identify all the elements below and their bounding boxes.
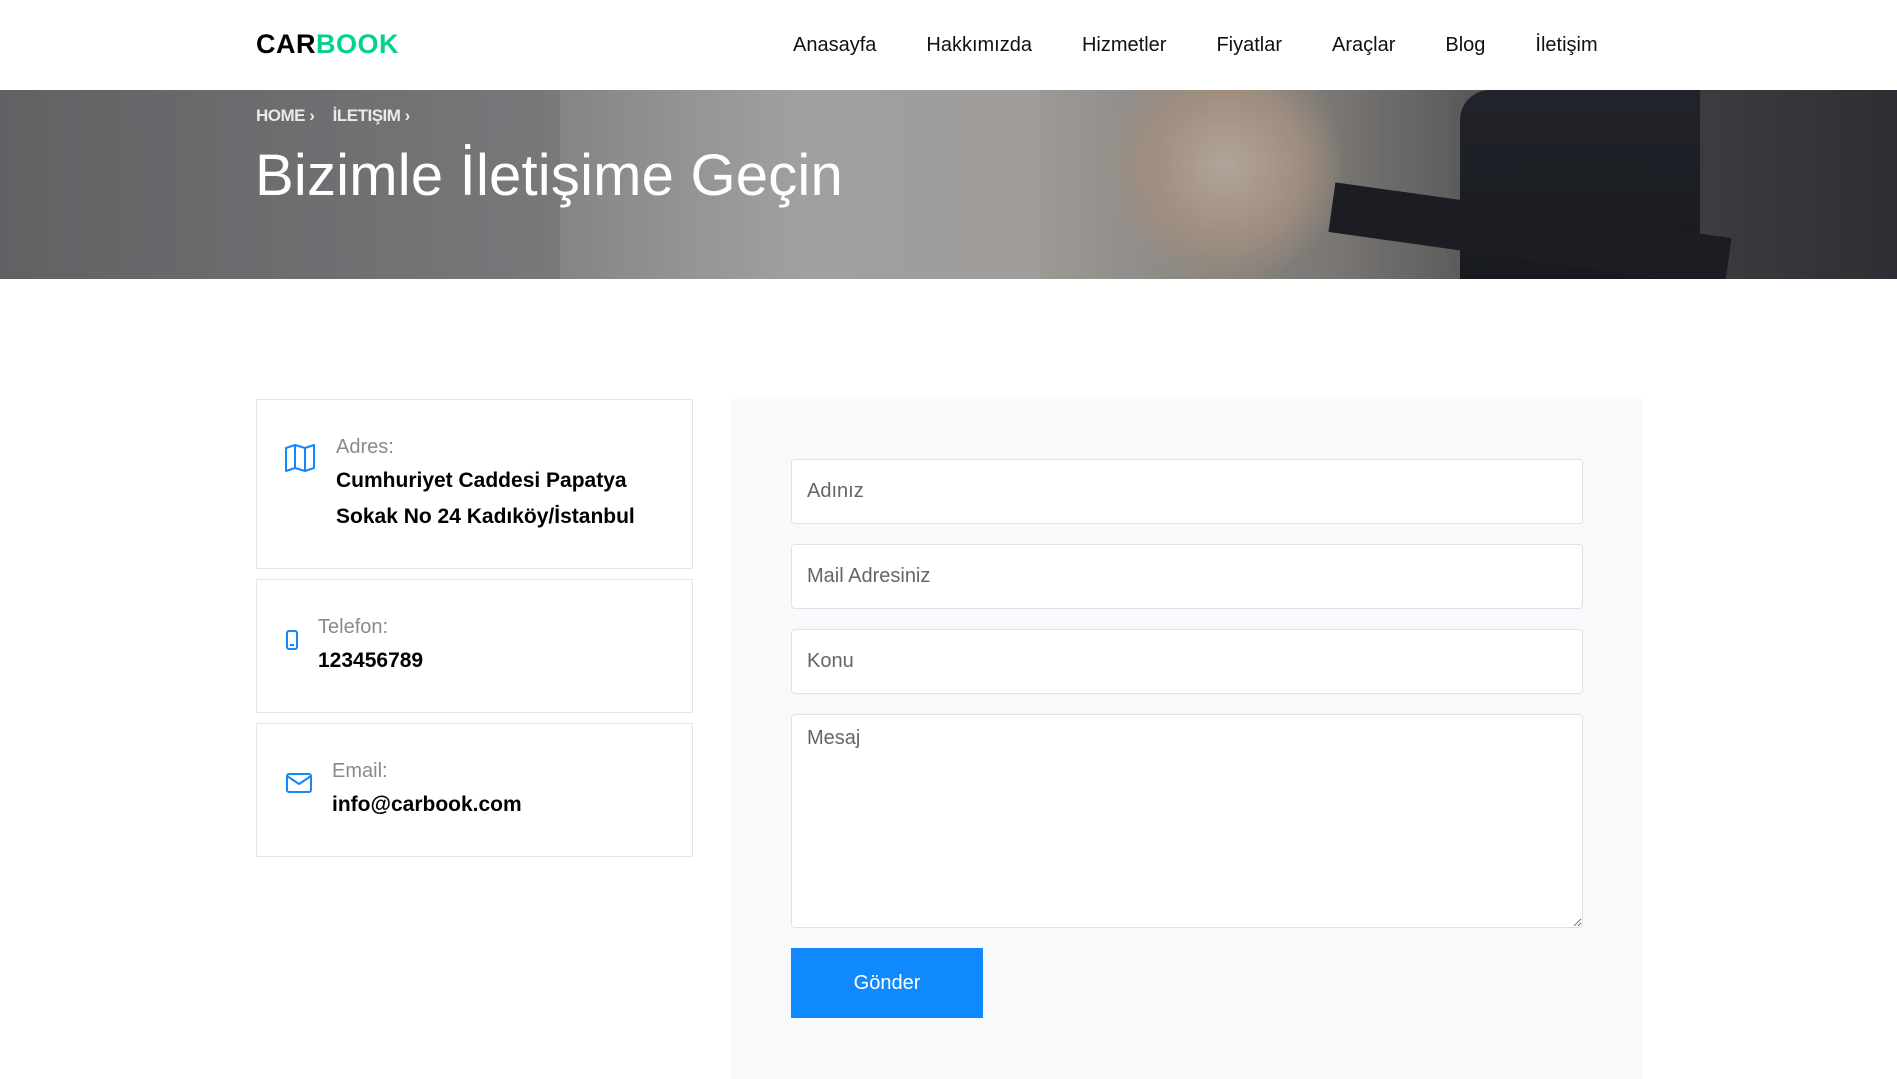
email-input[interactable] [791, 544, 1583, 609]
breadcrumb-current: İLETIŞIM › [332, 106, 411, 125]
breadcrumb-current-label: İLETIŞIM [332, 106, 401, 125]
nav-item-hakkimizda[interactable]: Hakkımızda [901, 0, 1057, 90]
hero-banner: HOME › İLETIŞIM › Bizimle İletişime Geçi… [0, 90, 1897, 279]
nav-item-iletisim[interactable]: İletişim [1510, 0, 1622, 90]
map-icon [285, 444, 315, 477]
phone-card: Telefon: 123456789 [256, 579, 693, 713]
nav-item-hizmetler[interactable]: Hizmetler [1057, 0, 1191, 90]
address-card: Adres: Cumhuriyet Caddesi Papatya Sokak … [256, 399, 693, 569]
email-label: Email: [332, 760, 388, 782]
subject-input[interactable] [791, 629, 1583, 694]
address-label: Adres: [336, 436, 394, 458]
breadcrumb-home[interactable]: HOME › [256, 106, 315, 125]
brand-logo-part2: BOOK [316, 29, 399, 59]
address-line1: Cumhuriyet Caddesi Papatya [336, 469, 627, 492]
page-title: Bizimle İletişime Geçin [255, 143, 843, 208]
phone-value[interactable]: 123456789 [318, 643, 423, 679]
phone-label: Telefon: [318, 616, 389, 638]
email-card: Email: info@carbook.com [256, 723, 693, 857]
mobile-phone-icon [286, 630, 298, 655]
brand-logo[interactable]: CARBOOK [256, 29, 399, 59]
email-value[interactable]: info@carbook.com [332, 787, 522, 823]
main-nav: Anasayfa Hakkımızda Hizmetler Fiyatlar A… [768, 0, 1623, 90]
nav-item-fiyatlar[interactable]: Fiyatlar [1191, 0, 1307, 90]
top-navbar: CARBOOK Anasayfa Hakkımızda Hizmetler Fi… [0, 0, 1897, 90]
breadcrumb-home-label: HOME [256, 106, 306, 125]
nav-item-anasayfa[interactable]: Anasayfa [768, 0, 901, 90]
message-textarea[interactable] [791, 714, 1583, 928]
breadcrumb: HOME › İLETIŞIM › [256, 106, 424, 126]
breadcrumb-separator-icon: › [309, 106, 315, 125]
send-button[interactable]: Gönder [791, 948, 983, 1018]
address-line2: Sokak No 24 Kadıköy/İstanbul [336, 505, 635, 528]
name-input[interactable] [791, 459, 1583, 524]
brand-logo-part1: CAR [256, 29, 316, 59]
nav-item-blog[interactable]: Blog [1420, 0, 1510, 90]
envelope-icon [286, 773, 312, 798]
contact-form: Gönder [731, 399, 1643, 1079]
breadcrumb-separator-icon: › [404, 106, 411, 125]
nav-item-araclar[interactable]: Araçlar [1307, 0, 1420, 90]
